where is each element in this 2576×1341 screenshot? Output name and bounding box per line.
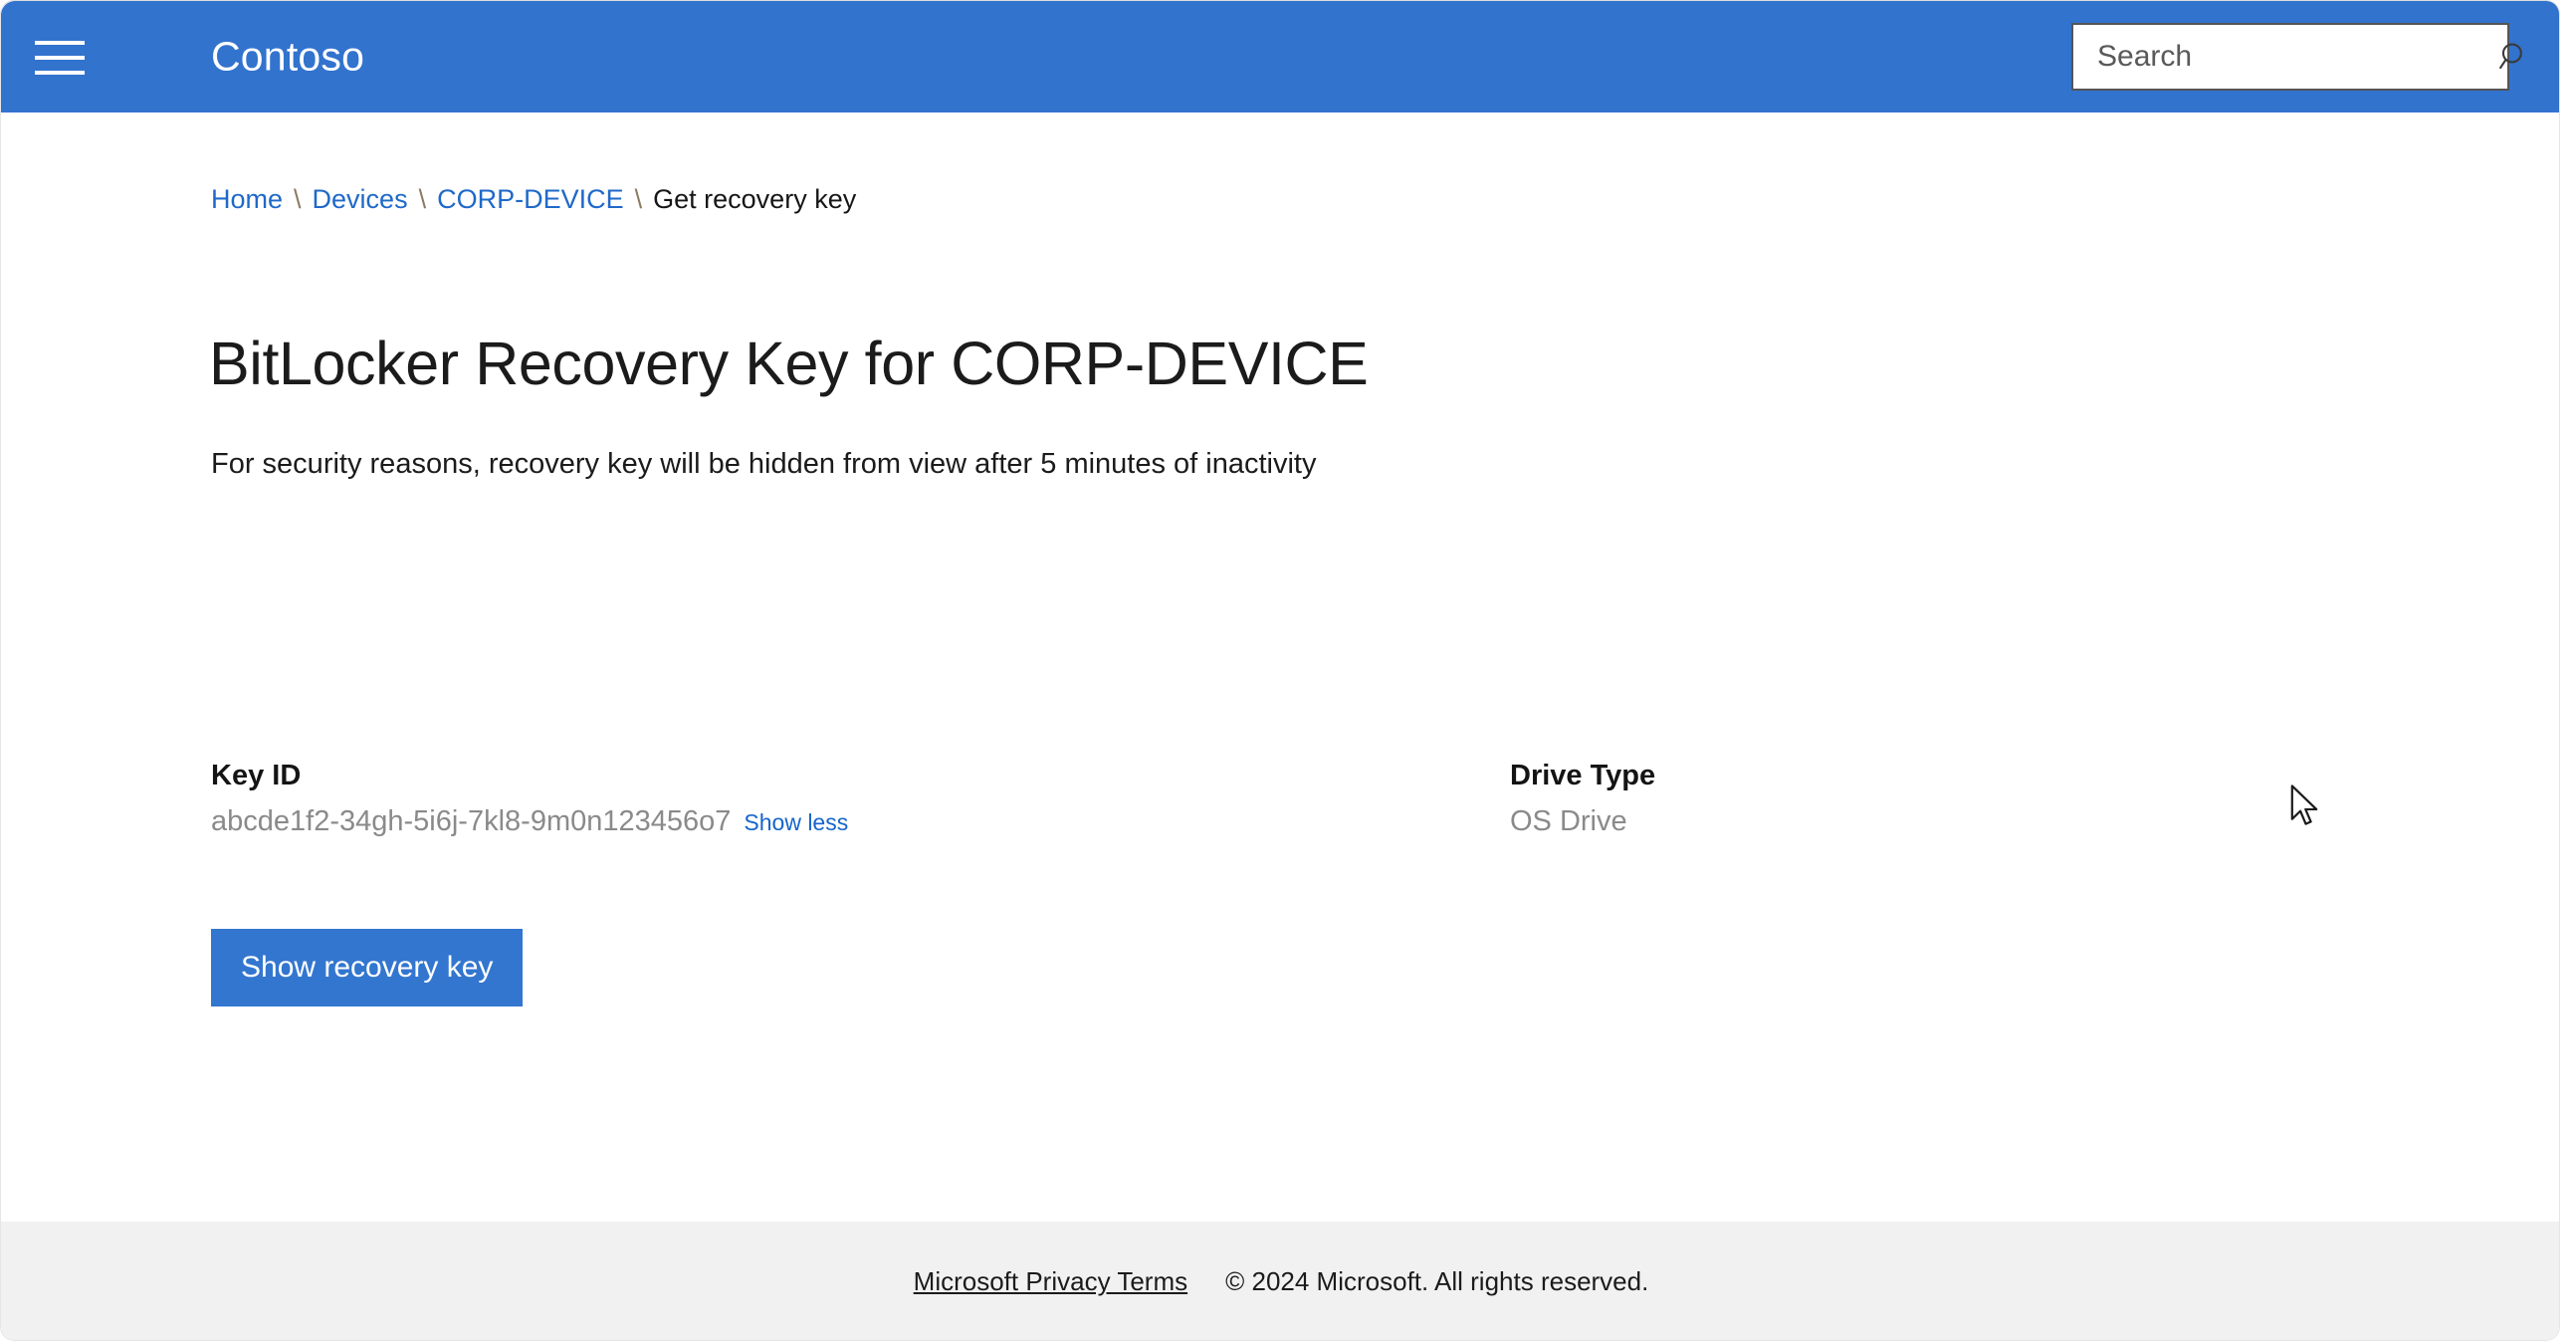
- drive-type-field: Drive Type OS Drive: [1510, 760, 1655, 838]
- breadcrumb-separator-1: \: [294, 184, 302, 214]
- key-id-value-row: abcde1f2-34gh-5i6j-7kl8-9m0n123456o7 Sho…: [211, 805, 848, 838]
- key-id-value: abcde1f2-34gh-5i6j-7kl8-9m0n123456o7: [211, 805, 732, 837]
- drive-type-value: OS Drive: [1510, 805, 1627, 837]
- breadcrumb-item-devices[interactable]: Devices: [313, 184, 408, 215]
- drive-type-label: Drive Type: [1510, 760, 1656, 791]
- hamburger-bar-1: [35, 41, 85, 45]
- show-recovery-key-button[interactable]: Show recovery key: [211, 929, 524, 1006]
- breadcrumb-separator-2: \: [418, 184, 427, 214]
- breadcrumb-item-home[interactable]: Home: [211, 184, 283, 215]
- microsoft-privacy-terms-link[interactable]: Microsoft Privacy Terms: [914, 1266, 1187, 1297]
- breadcrumb-separator-3: \: [634, 184, 643, 214]
- drive-type-value-row: OS Drive: [1510, 805, 1655, 838]
- security-notice-text: For security reasons, recovery key will …: [211, 448, 1317, 480]
- main-content: Home \ Devices \ CORP-DEVICE \ Get recov…: [1, 112, 2559, 1222]
- breadcrumb: Home \ Devices \ CORP-DEVICE \ Get recov…: [211, 184, 856, 215]
- search-icon[interactable]: [2497, 25, 2531, 89]
- copyright-text: © 2024 Microsoft. All rights reserved.: [1225, 1266, 1649, 1296]
- search-input[interactable]: [2073, 25, 2497, 89]
- key-id-label: Key ID: [211, 760, 302, 791]
- page-footer: Microsoft Privacy Terms © 2024 Microsoft…: [1, 1222, 2559, 1340]
- brand-title: Contoso: [211, 33, 365, 80]
- breadcrumb-item-corp-device[interactable]: CORP-DEVICE: [437, 184, 624, 215]
- hamburger-bar-3: [35, 71, 85, 75]
- search-box[interactable]: [2071, 23, 2522, 91]
- breadcrumb-item-current: Get recovery key: [653, 184, 857, 214]
- page-title: BitLocker Recovery Key for CORP-DEVICE: [209, 329, 1369, 397]
- page-shell: Contoso Home \ Devices \ CORP-DEVICE \ G…: [0, 0, 2560, 1341]
- show-less-link[interactable]: Show less: [744, 809, 848, 836]
- key-id-field: Key ID abcde1f2-34gh-5i6j-7kl8-9m0n12345…: [211, 760, 848, 838]
- top-navigation-bar: Contoso: [1, 1, 2559, 112]
- hamburger-bar-2: [35, 56, 85, 60]
- hamburger-menu-icon[interactable]: [35, 41, 85, 75]
